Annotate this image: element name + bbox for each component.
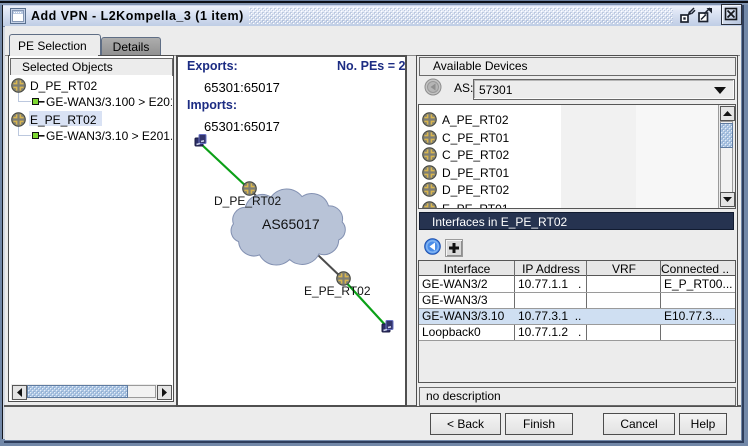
svg-text:E_PE_RT02: E_PE_RT02 [304,284,371,298]
svg-text:AS65017: AS65017 [262,216,320,232]
svg-text:D_PE_RT02: D_PE_RT02 [214,194,281,208]
